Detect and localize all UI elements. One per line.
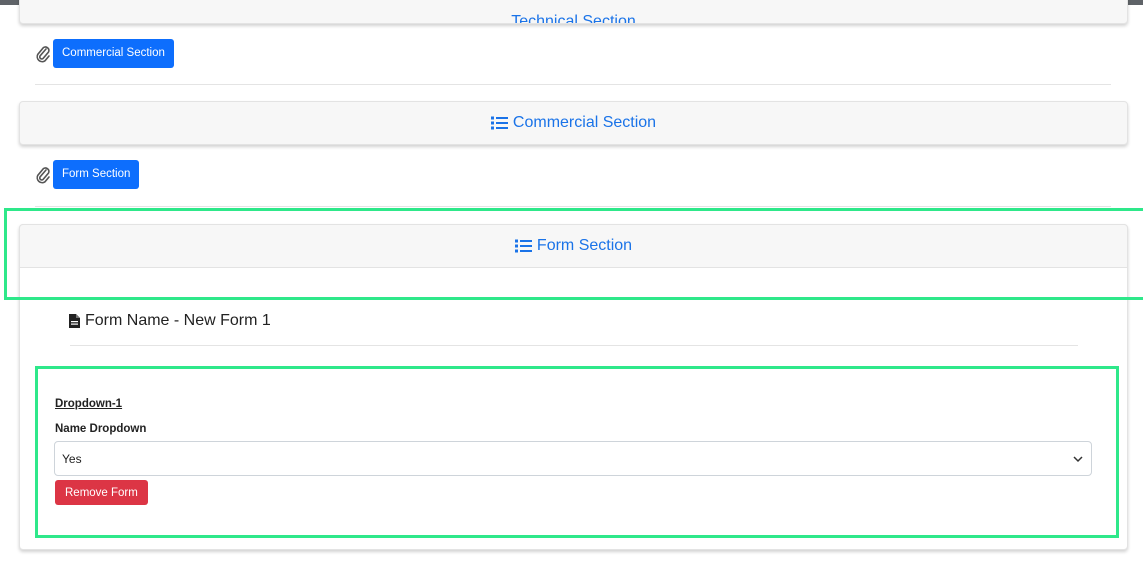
name-dropdown-label: Name Dropdown xyxy=(55,423,147,435)
form-attach-row: Form Section xyxy=(35,160,140,189)
form-section-button[interactable]: Form Section xyxy=(53,160,140,189)
form-section-header[interactable]: Form Section xyxy=(19,224,1128,268)
form-section-card: Form Section xyxy=(19,224,1128,550)
paperclip-icon xyxy=(36,166,50,183)
remove-form-button[interactable]: Remove Form xyxy=(55,480,148,505)
divider xyxy=(35,206,1111,207)
divider xyxy=(35,84,1111,85)
document-icon xyxy=(69,314,80,328)
paperclip-icon xyxy=(36,45,50,62)
commercial-section-button[interactable]: Commercial Section xyxy=(53,39,174,68)
name-dropdown-value: Yes xyxy=(62,451,82,466)
form-name-label: Form Name - New Form 1 xyxy=(85,312,271,329)
technical-section-header[interactable]: Technical Section xyxy=(19,0,1128,24)
technical-section-header-label: Technical Section xyxy=(511,13,636,24)
form-section-header-label: Form Section xyxy=(536,237,633,254)
field-group-title: Dropdown-1 xyxy=(55,398,123,410)
list-icon xyxy=(490,116,508,130)
divider xyxy=(70,345,1078,346)
commercial-attach-row: Commercial Section xyxy=(35,39,174,68)
form-name-title: Form Name - New Form 1 xyxy=(69,312,271,330)
name-dropdown-select[interactable]: Yes xyxy=(54,441,1092,476)
page: Technical Section Commercial Section Com… xyxy=(0,0,1143,583)
commercial-section-header-label: Commercial Section xyxy=(512,114,657,131)
chevron-down-icon xyxy=(1073,456,1083,463)
list-icon xyxy=(514,239,532,253)
commercial-section-header[interactable]: Commercial Section xyxy=(19,101,1128,145)
